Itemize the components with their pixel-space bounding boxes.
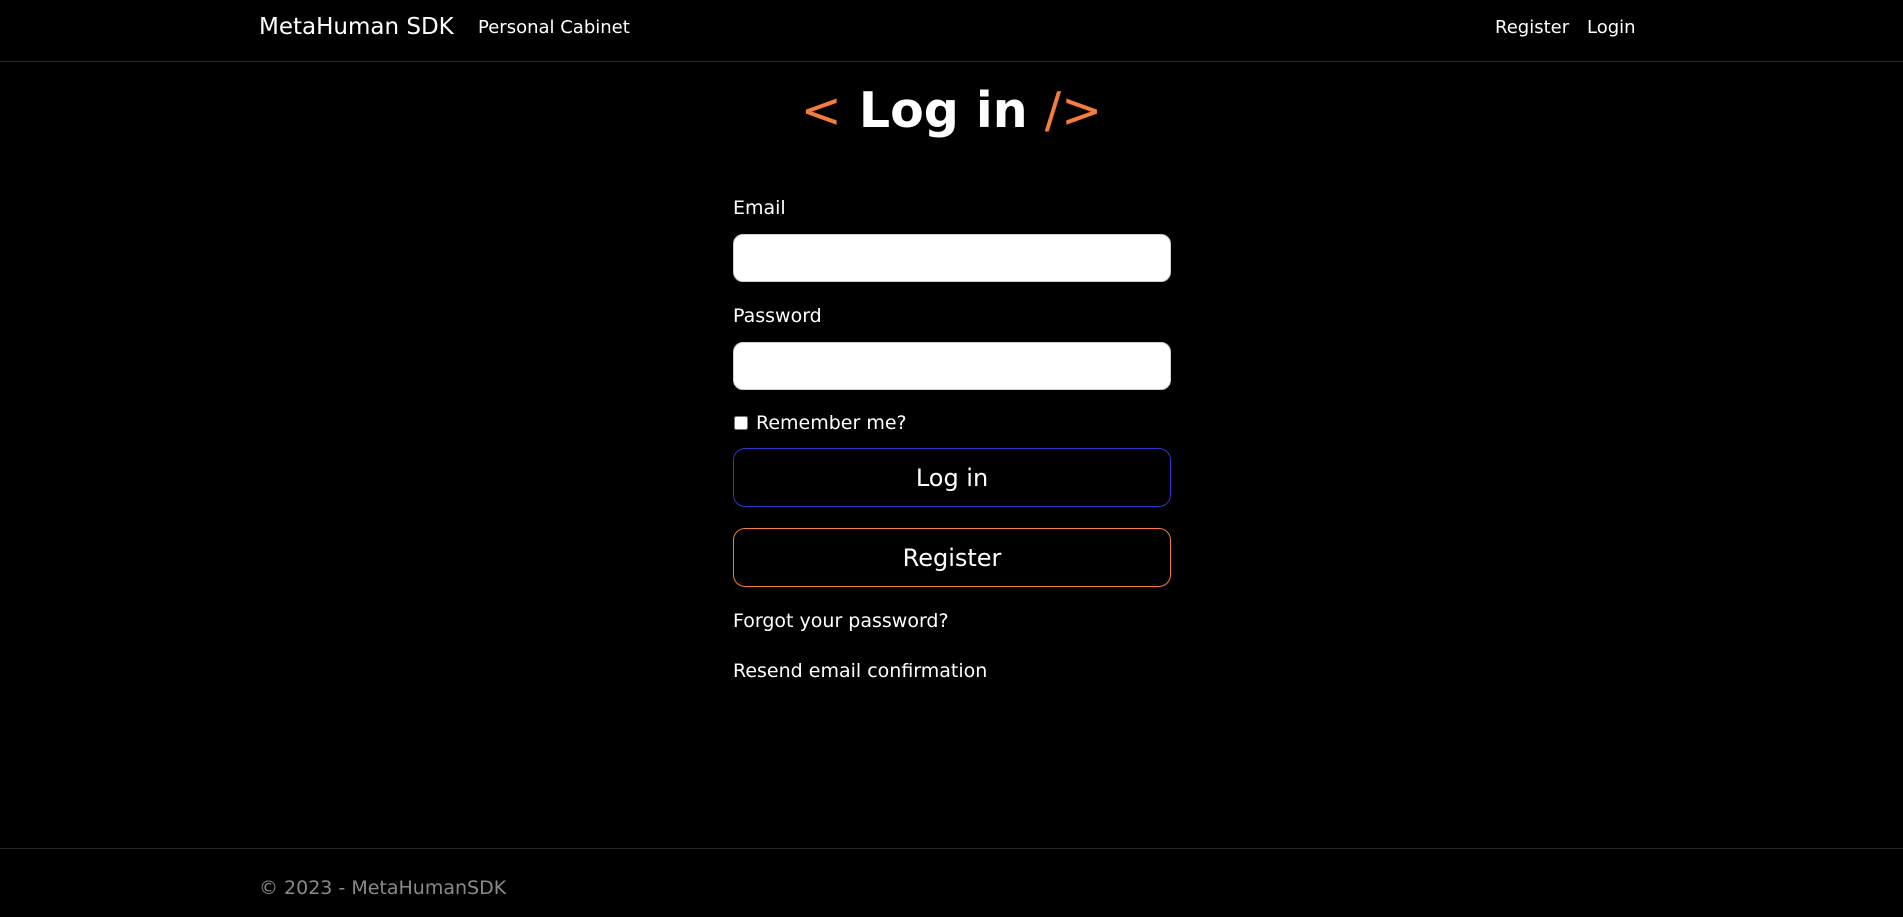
login-button[interactable]: Log in (733, 448, 1171, 507)
email-group: Email (733, 196, 1171, 282)
footer: © 2023 - MetaHumanSDK (0, 848, 1903, 917)
resend-confirmation-link[interactable]: Resend email confirmation (733, 660, 987, 682)
password-input[interactable] (733, 342, 1171, 390)
brand-link[interactable]: MetaHuman SDK (259, 14, 454, 40)
email-label: Email (733, 197, 786, 219)
nav-personal-cabinet[interactable]: Personal Cabinet (478, 17, 630, 38)
forgot-password-link[interactable]: Forgot your password? (733, 610, 949, 632)
title-suffix: /> (1044, 82, 1103, 139)
password-label: Password (733, 305, 822, 327)
title-prefix: < (800, 82, 842, 139)
top-navbar: MetaHuman SDK Personal Cabinet Register … (0, 0, 1903, 62)
footer-copyright: © 2023 - MetaHumanSDK (259, 877, 507, 899)
email-input[interactable] (733, 234, 1171, 282)
nav-login[interactable]: Login (1587, 17, 1636, 38)
page-title: < Log in /> (0, 82, 1903, 139)
password-group: Password (733, 304, 1171, 390)
remember-me-group: Remember me? (733, 412, 907, 434)
nav-register[interactable]: Register (1495, 17, 1569, 38)
title-text: Log in (858, 82, 1028, 139)
remember-me-label[interactable]: Remember me? (756, 412, 907, 434)
register-button[interactable]: Register (733, 528, 1171, 587)
page: MetaHuman SDK Personal Cabinet Register … (0, 0, 1903, 917)
remember-me-checkbox[interactable] (734, 416, 748, 430)
